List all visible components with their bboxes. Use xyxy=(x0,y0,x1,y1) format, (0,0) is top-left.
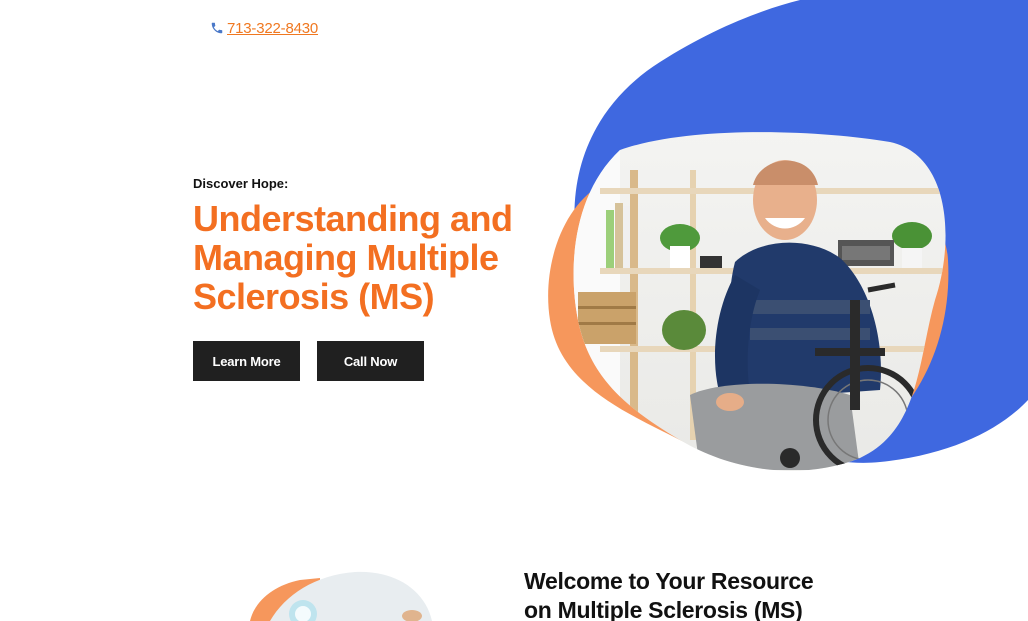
page: 713-322-8430 Discover Hope: Understandin… xyxy=(0,0,1028,621)
man-in-wheelchair-photo xyxy=(573,132,946,471)
welcome-title-line-2: on Multiple Sclerosis (MS) xyxy=(524,597,803,621)
hero-title: Understanding and Managing Multiple Scle… xyxy=(193,199,563,316)
hero-title-line-1: Understanding and xyxy=(193,198,513,239)
orange-accent-shape xyxy=(250,578,320,621)
welcome-title-line-1: Welcome to Your Resource xyxy=(524,568,814,594)
clinic-photo xyxy=(270,571,432,621)
blue-blob-shape xyxy=(574,0,1028,463)
contact-bar: 713-322-8430 xyxy=(209,16,318,40)
hero-eyebrow: Discover Hope: xyxy=(193,176,289,191)
hero-buttons: Learn More Call Now xyxy=(193,341,424,381)
call-now-button[interactable]: Call Now xyxy=(317,341,424,381)
hero-title-line-2: Managing Multiple xyxy=(193,237,499,278)
hero-title-line-3: Sclerosis (MS) xyxy=(193,276,435,317)
orange-blob-shape xyxy=(548,171,949,465)
phone-link[interactable]: 713-322-8430 xyxy=(227,20,318,37)
learn-more-button[interactable]: Learn More xyxy=(193,341,300,381)
hero-text: Discover Hope: Understanding and Managin… xyxy=(193,176,563,316)
phone-icon xyxy=(209,21,224,36)
welcome-title: Welcome to Your Resource on Multiple Scl… xyxy=(524,567,864,621)
